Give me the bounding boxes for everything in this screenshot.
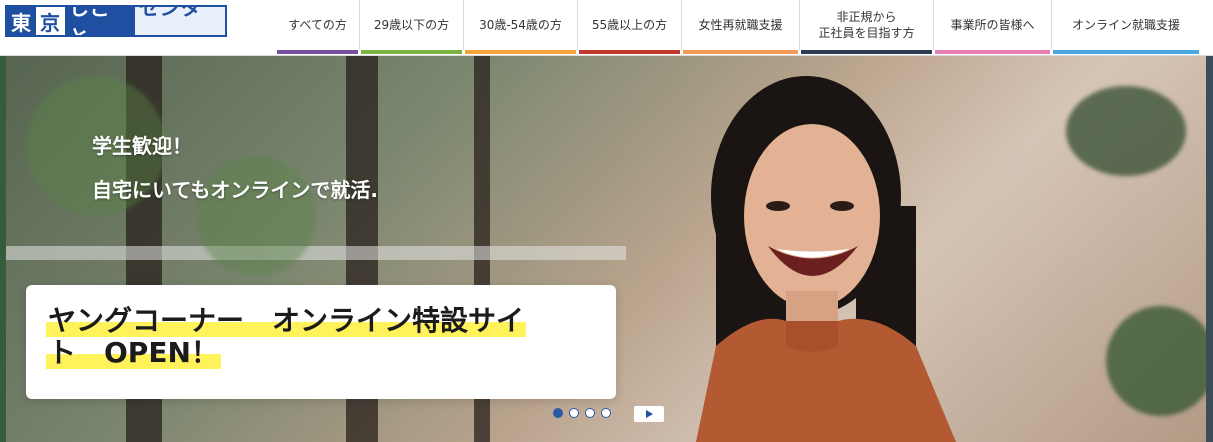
nav-underline xyxy=(1053,50,1199,54)
carousel-pagination xyxy=(553,408,611,418)
nav-item-women-reemployment[interactable]: 女性再就職支援 xyxy=(682,0,800,54)
nav-label: すべての方 xyxy=(288,17,347,32)
site-header: 東 京 しごと センター すべての方 29歳以下の方 30歳-54歳の方 55歳… xyxy=(0,0,1213,56)
nav-item-30-54[interactable]: 30歳-54歳の方 xyxy=(464,0,578,54)
carousel-dot-4[interactable] xyxy=(601,408,611,418)
logo-block-4: センター xyxy=(134,7,225,35)
main-navigation: すべての方 29歳以下の方 30歳-54歳の方 55歳以上の方 女性再就職支援 … xyxy=(276,0,1200,54)
site-logo[interactable]: 東 京 しごと センター xyxy=(5,5,227,37)
nav-label: 55歳以上の方 xyxy=(591,17,668,32)
carousel-dot-2[interactable] xyxy=(569,408,579,418)
nav-item-non-regular-to-regular[interactable]: 非正規から 正社員を目指す方 xyxy=(800,0,934,54)
nav-label: 29歳以下の方 xyxy=(373,17,450,32)
nav-underline xyxy=(277,50,358,54)
carousel-dot-3[interactable] xyxy=(585,408,595,418)
nav-label: 事業所の皆様へ xyxy=(950,17,1035,32)
window-sill xyxy=(6,246,626,260)
nav-label-line2: 正社員を目指す方 xyxy=(818,26,915,40)
nav-underline xyxy=(465,50,576,54)
nav-label-line1: 非正規から xyxy=(836,9,897,24)
logo-block-1: 東 xyxy=(7,7,36,35)
promo-title-line1: ヤングコーナー オンライン特設サイ xyxy=(46,304,527,337)
carousel-dot-1[interactable] xyxy=(553,408,563,418)
hero-headline-line1: 学生歓迎！ xyxy=(92,134,192,158)
plant-foliage xyxy=(1106,306,1206,416)
nav-underline xyxy=(935,50,1050,54)
plant-foliage xyxy=(1066,86,1186,176)
nav-underline xyxy=(579,50,680,54)
logo-block-2: 京 xyxy=(36,7,65,35)
nav-item-under-29[interactable]: 29歳以下の方 xyxy=(360,0,464,54)
smiling-woman-photo xyxy=(696,76,956,442)
promo-title: ヤングコーナー オンライン特設サイ ト OPEN！ xyxy=(46,304,576,370)
nav-underline xyxy=(361,50,462,54)
nav-item-online-support[interactable]: オンライン就職支援 xyxy=(1052,0,1200,54)
play-icon xyxy=(646,410,653,418)
hero-headline-line2: 自宅にいてもオンラインで就活. xyxy=(92,178,378,202)
nav-item-over-55[interactable]: 55歳以上の方 xyxy=(578,0,682,54)
carousel-next-slide-edge xyxy=(1206,56,1213,442)
hero-carousel: 学生歓迎！ 自宅にいてもオンラインで就活. ヤングコーナー オンライン特設サイ … xyxy=(6,56,1206,442)
nav-label: オンライン就職支援 xyxy=(1071,17,1180,32)
nav-item-employers[interactable]: 事業所の皆様へ xyxy=(934,0,1052,54)
promo-title-line2: ト OPEN！ xyxy=(46,336,221,370)
nav-underline xyxy=(683,50,798,54)
promo-card[interactable]: ヤングコーナー オンライン特設サイ ト OPEN！ xyxy=(26,285,616,399)
nav-label: 30歳-54歳の方 xyxy=(479,17,562,32)
logo-block-3: しごと xyxy=(65,7,135,35)
nav-label: 女性再就職支援 xyxy=(698,17,783,32)
carousel-play-button[interactable] xyxy=(634,406,664,422)
nav-underline xyxy=(801,50,932,54)
nav-item-all[interactable]: すべての方 xyxy=(276,0,360,54)
